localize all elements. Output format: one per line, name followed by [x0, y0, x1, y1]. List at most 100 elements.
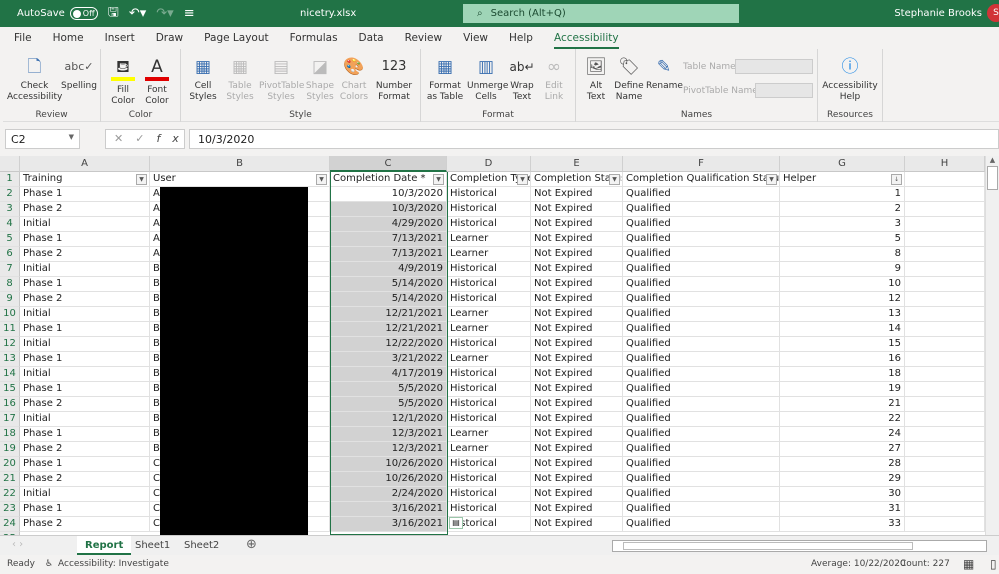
cell[interactable]	[905, 382, 985, 397]
table-cell[interactable]: Qualified	[623, 472, 780, 487]
table-cell[interactable]: 5	[780, 232, 905, 247]
table-cell[interactable]: Phase 1	[20, 187, 150, 202]
table-cell[interactable]: Qualified	[623, 442, 780, 457]
row-header[interactable]: 2	[0, 187, 20, 202]
column-header-A[interactable]: A	[20, 156, 150, 172]
table-cell[interactable]: Phase 1	[20, 502, 150, 517]
filter-dropdown-icon[interactable]: ▼	[766, 174, 777, 185]
table-cell[interactable]: Qualified	[623, 307, 780, 322]
table-cell[interactable]: Initial	[20, 262, 150, 277]
table-cell[interactable]: Historical	[447, 292, 531, 307]
column-header-F[interactable]: F	[623, 156, 780, 172]
cell[interactable]	[905, 442, 985, 457]
row-header[interactable]: 3	[0, 202, 20, 217]
column-header-E[interactable]: E	[531, 156, 623, 172]
enter-icon[interactable]: ✓	[135, 132, 156, 145]
cell[interactable]	[905, 412, 985, 427]
chart-colors-button[interactable]: 🎨 Chart Colors	[337, 53, 371, 103]
table-cell[interactable]: Historical	[447, 337, 531, 352]
table-cell[interactable]: Historical	[447, 412, 531, 427]
table-cell[interactable]: Not Expired	[531, 487, 623, 502]
table-cell[interactable]: Qualified	[623, 247, 780, 262]
row-header[interactable]: 16	[0, 397, 20, 412]
column-header-C[interactable]: C	[330, 156, 447, 172]
table-cell[interactable]: Phase 2	[20, 397, 150, 412]
table-cell[interactable]: Qualified	[623, 277, 780, 292]
column-header-B[interactable]: B	[150, 156, 330, 172]
row-header[interactable]: 18	[0, 427, 20, 442]
table-cell[interactable]: Historical	[447, 397, 531, 412]
user-name[interactable]: Stephanie Brooks	[894, 8, 982, 19]
table-cell[interactable]: Historical	[447, 472, 531, 487]
search-box[interactable]: ⌕ Search (Alt+Q)	[463, 4, 739, 23]
spelling-button[interactable]: abc✓ Spelling	[61, 53, 97, 92]
row-header[interactable]: 7	[0, 262, 20, 277]
table-cell[interactable]: Learner	[447, 247, 531, 262]
table-header-cell[interactable]: Helper	[780, 172, 905, 187]
tab-data[interactable]: Data	[359, 27, 384, 49]
table-cell[interactable]: 8	[780, 247, 905, 262]
table-cell[interactable]: 1	[780, 187, 905, 202]
cell-styles-button[interactable]: ▦ Cell Styles	[185, 53, 221, 103]
check-accessibility-button[interactable]: 🗋 Check Accessibility	[7, 53, 62, 103]
table-cell[interactable]: Not Expired	[531, 502, 623, 517]
tab-insert[interactable]: Insert	[105, 27, 135, 49]
unmerge-cells-button[interactable]: ▥ Unmerge Cells	[467, 53, 508, 103]
row-header[interactable]: 5	[0, 232, 20, 247]
normal-view-icon[interactable]: ▦	[963, 555, 974, 574]
table-cell[interactable]: Not Expired	[531, 517, 623, 532]
table-cell[interactable]: Learner	[447, 232, 531, 247]
table-header-cell[interactable]: Training	[20, 172, 150, 187]
table-cell[interactable]: Qualified	[623, 382, 780, 397]
cell[interactable]	[905, 292, 985, 307]
table-name-input[interactable]	[735, 59, 813, 74]
redo-icon[interactable]: ↷▾	[156, 6, 173, 21]
formula-input[interactable]: 10/3/2020	[189, 129, 999, 149]
spreadsheet-grid[interactable]: A B C D E F G H 1 Training ▼ User ▼ Completion Date *…	[0, 156, 985, 535]
table-cell[interactable]: Not Expired	[531, 217, 623, 232]
tab-file[interactable]: File	[14, 27, 32, 49]
table-cell[interactable]: Phase 1	[20, 232, 150, 247]
row-header[interactable]: 23	[0, 502, 20, 517]
accessibility-status[interactable]: Accessibility: Investigate	[58, 555, 169, 574]
font-color-button[interactable]: A Font Color	[141, 53, 173, 107]
cell[interactable]	[905, 307, 985, 322]
tab-home[interactable]: Home	[53, 27, 84, 49]
row-header[interactable]: 15	[0, 382, 20, 397]
table-cell[interactable]: Qualified	[623, 517, 780, 532]
row-header[interactable]: 22	[0, 487, 20, 502]
customize-toolbar-icon[interactable]: ≡	[184, 6, 195, 21]
table-cell[interactable]: Not Expired	[531, 472, 623, 487]
row-header[interactable]: 4	[0, 217, 20, 232]
table-cell[interactable]: Not Expired	[531, 352, 623, 367]
cell[interactable]	[905, 172, 985, 187]
table-cell[interactable]: 18	[780, 367, 905, 382]
tab-review[interactable]: Review	[405, 27, 442, 49]
cell[interactable]	[905, 322, 985, 337]
horizontal-scrollbar[interactable]	[612, 540, 987, 552]
cell[interactable]	[905, 397, 985, 412]
table-cell[interactable]: Phase 2	[20, 202, 150, 217]
table-cell[interactable]: Not Expired	[531, 442, 623, 457]
cell[interactable]	[905, 337, 985, 352]
tab-view[interactable]: View	[463, 27, 488, 49]
format-as-table-button[interactable]: ▦ Format as Table	[423, 53, 467, 103]
sheet-tab-sheet2[interactable]: Sheet2	[176, 536, 227, 555]
row-header[interactable]: 21	[0, 472, 20, 487]
table-cell[interactable]: Phase 2	[20, 517, 150, 532]
select-all-corner[interactable]	[0, 156, 20, 172]
table-cell[interactable]: 12	[780, 292, 905, 307]
table-cell[interactable]: Initial	[20, 217, 150, 232]
cancel-icon[interactable]: ✕	[114, 132, 135, 145]
table-cell[interactable]: Initial	[20, 307, 150, 322]
table-cell[interactable]: Not Expired	[531, 337, 623, 352]
table-cell[interactable]: 16	[780, 352, 905, 367]
scroll-up-icon[interactable]: ▲	[986, 156, 999, 164]
table-cell[interactable]: Qualified	[623, 427, 780, 442]
table-cell[interactable]: Not Expired	[531, 412, 623, 427]
row-header[interactable]: 12	[0, 337, 20, 352]
cell[interactable]	[905, 502, 985, 517]
table-cell[interactable]: Qualified	[623, 187, 780, 202]
table-cell[interactable]: Qualified	[623, 457, 780, 472]
table-cell[interactable]: 33	[780, 517, 905, 532]
